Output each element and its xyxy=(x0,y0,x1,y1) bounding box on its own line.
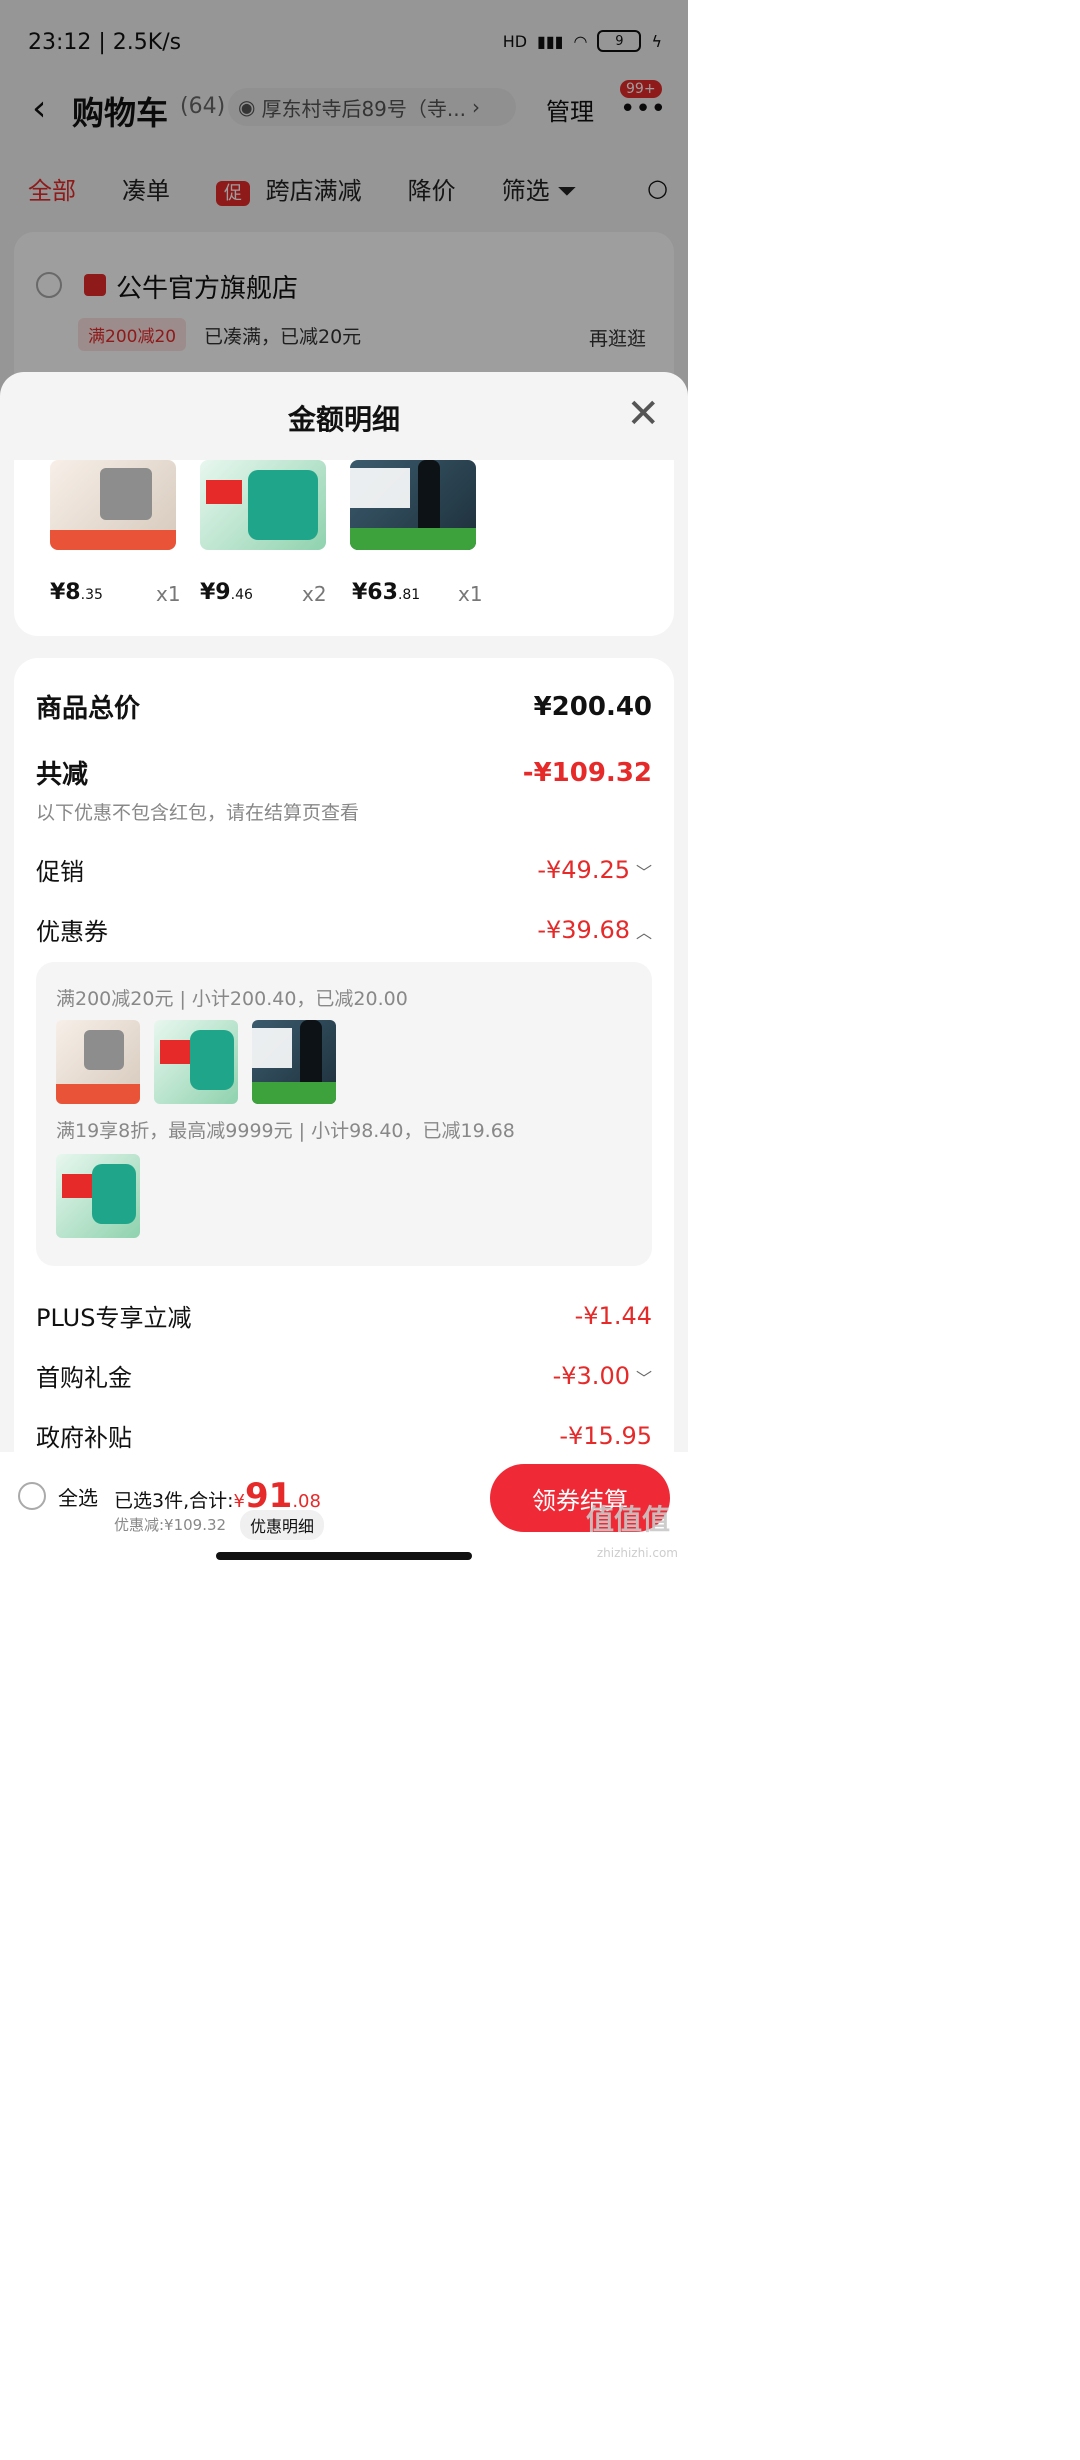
product-price: ¥63.81 xyxy=(352,580,421,605)
chevron-down-icon: ﹀ xyxy=(635,1368,652,1388)
thumb-detergent xyxy=(154,1020,238,1104)
row-first-purchase[interactable]: 首购礼金 -¥3.00 ﹀ xyxy=(36,1358,652,1393)
product-image-socket xyxy=(50,460,176,550)
total-dec: .08 xyxy=(292,1491,321,1512)
amount-detail-card: 商品总价 ¥200.40 共减 -¥109.32 以下优惠不包含红包，请在结算页… xyxy=(14,658,674,1478)
row-gov-subsidy: 政府补贴 -¥15.95 xyxy=(36,1418,652,1453)
product-image-detergent xyxy=(200,460,326,550)
product-item[interactable] xyxy=(50,460,176,550)
reduce-value: -¥109.32 xyxy=(522,757,652,788)
product-price: ¥8.35 xyxy=(50,580,103,605)
gov-subsidy-label: 政府补贴 xyxy=(36,1424,132,1452)
product-strip: ¥8.35 x1 ¥9.46 x2 ¥63.81 x1 xyxy=(14,460,674,636)
row-plus: PLUS专享立减 -¥1.44 xyxy=(36,1298,652,1333)
promo-label: 促销 xyxy=(36,858,84,886)
coupon-line-1: 满200减20元 | 小计200.40，已减20.00 xyxy=(56,988,408,1010)
coupon-label: 优惠券 xyxy=(36,918,108,946)
reduce-label: 共减 xyxy=(36,760,89,790)
product-qty: x1 xyxy=(458,582,483,606)
reduce-note: 以下优惠不包含红包，请在结算页查看 xyxy=(36,802,360,824)
select-all-checkbox[interactable] xyxy=(18,1482,46,1510)
first-purchase-value: -¥3.00 xyxy=(552,1361,630,1390)
product-image-shaver xyxy=(350,460,476,550)
first-purchase-label: 首购礼金 xyxy=(36,1364,132,1392)
product-item[interactable] xyxy=(350,460,476,550)
saved-amount: 优惠减:¥109.32 xyxy=(114,1516,227,1534)
product-qty: x1 xyxy=(156,582,181,606)
watermark-url: zhizhizhi.com xyxy=(596,1546,678,1560)
close-icon[interactable]: ✕ xyxy=(626,394,660,434)
amount-detail-sheet: 金额明细 ✕ ¥8.35 x1 ¥9.46 x2 ¥63.81 x1 商品总价 … xyxy=(0,372,688,1568)
row-total: 商品总价 ¥200.40 xyxy=(36,688,652,725)
chevron-down-icon: ﹀ xyxy=(635,862,652,882)
thumb-detergent xyxy=(56,1154,140,1238)
chevron-up-icon: ︿ xyxy=(635,922,652,942)
coupon-line-2: 满19享8折，最高减9999元 | 小计98.40，已减19.68 xyxy=(56,1120,515,1142)
coupon-thumbs-1 xyxy=(56,1020,336,1104)
product-qty: x2 xyxy=(302,582,327,606)
row-coupon[interactable]: 优惠券 -¥39.68 ︿ xyxy=(36,912,652,947)
total-value: ¥200.40 xyxy=(533,691,652,722)
coupon-thumbs-2 xyxy=(56,1154,140,1238)
thumb-shaver xyxy=(252,1020,336,1104)
sheet-title: 金额明细 xyxy=(287,403,400,436)
plus-label: PLUS专享立减 xyxy=(36,1304,192,1332)
thumb-socket xyxy=(56,1020,140,1104)
coupon-detail-box: 满200减20元 | 小计200.40，已减20.00 满19享8折，最高减99… xyxy=(36,962,652,1266)
row-reduce: 共减 -¥109.32 xyxy=(36,754,652,791)
select-all-label[interactable]: 全选 xyxy=(58,1482,98,1511)
plus-value: -¥1.44 xyxy=(574,1301,652,1330)
product-item[interactable] xyxy=(200,460,326,550)
gov-subsidy-value: -¥15.95 xyxy=(559,1421,652,1450)
checkout-bar: 全选 已选3件,合计:¥91.08 优惠减:¥109.32 优惠明细 领券结算 xyxy=(0,1452,688,1568)
product-price: ¥9.46 xyxy=(200,580,253,605)
promo-value: -¥49.25 xyxy=(537,855,630,884)
home-indicator[interactable] xyxy=(216,1552,472,1560)
selected-text: 已选3件,合计: xyxy=(114,1490,234,1512)
total-label: 商品总价 xyxy=(36,694,141,724)
row-promo[interactable]: 促销 -¥49.25 ﹀ xyxy=(36,852,652,887)
coupon-value: -¥39.68 xyxy=(537,915,630,944)
total-currency: ¥ xyxy=(233,1491,245,1512)
discount-detail-button[interactable]: 优惠明细 xyxy=(240,1510,325,1540)
watermark-logo: 值值值 xyxy=(585,1503,670,1536)
